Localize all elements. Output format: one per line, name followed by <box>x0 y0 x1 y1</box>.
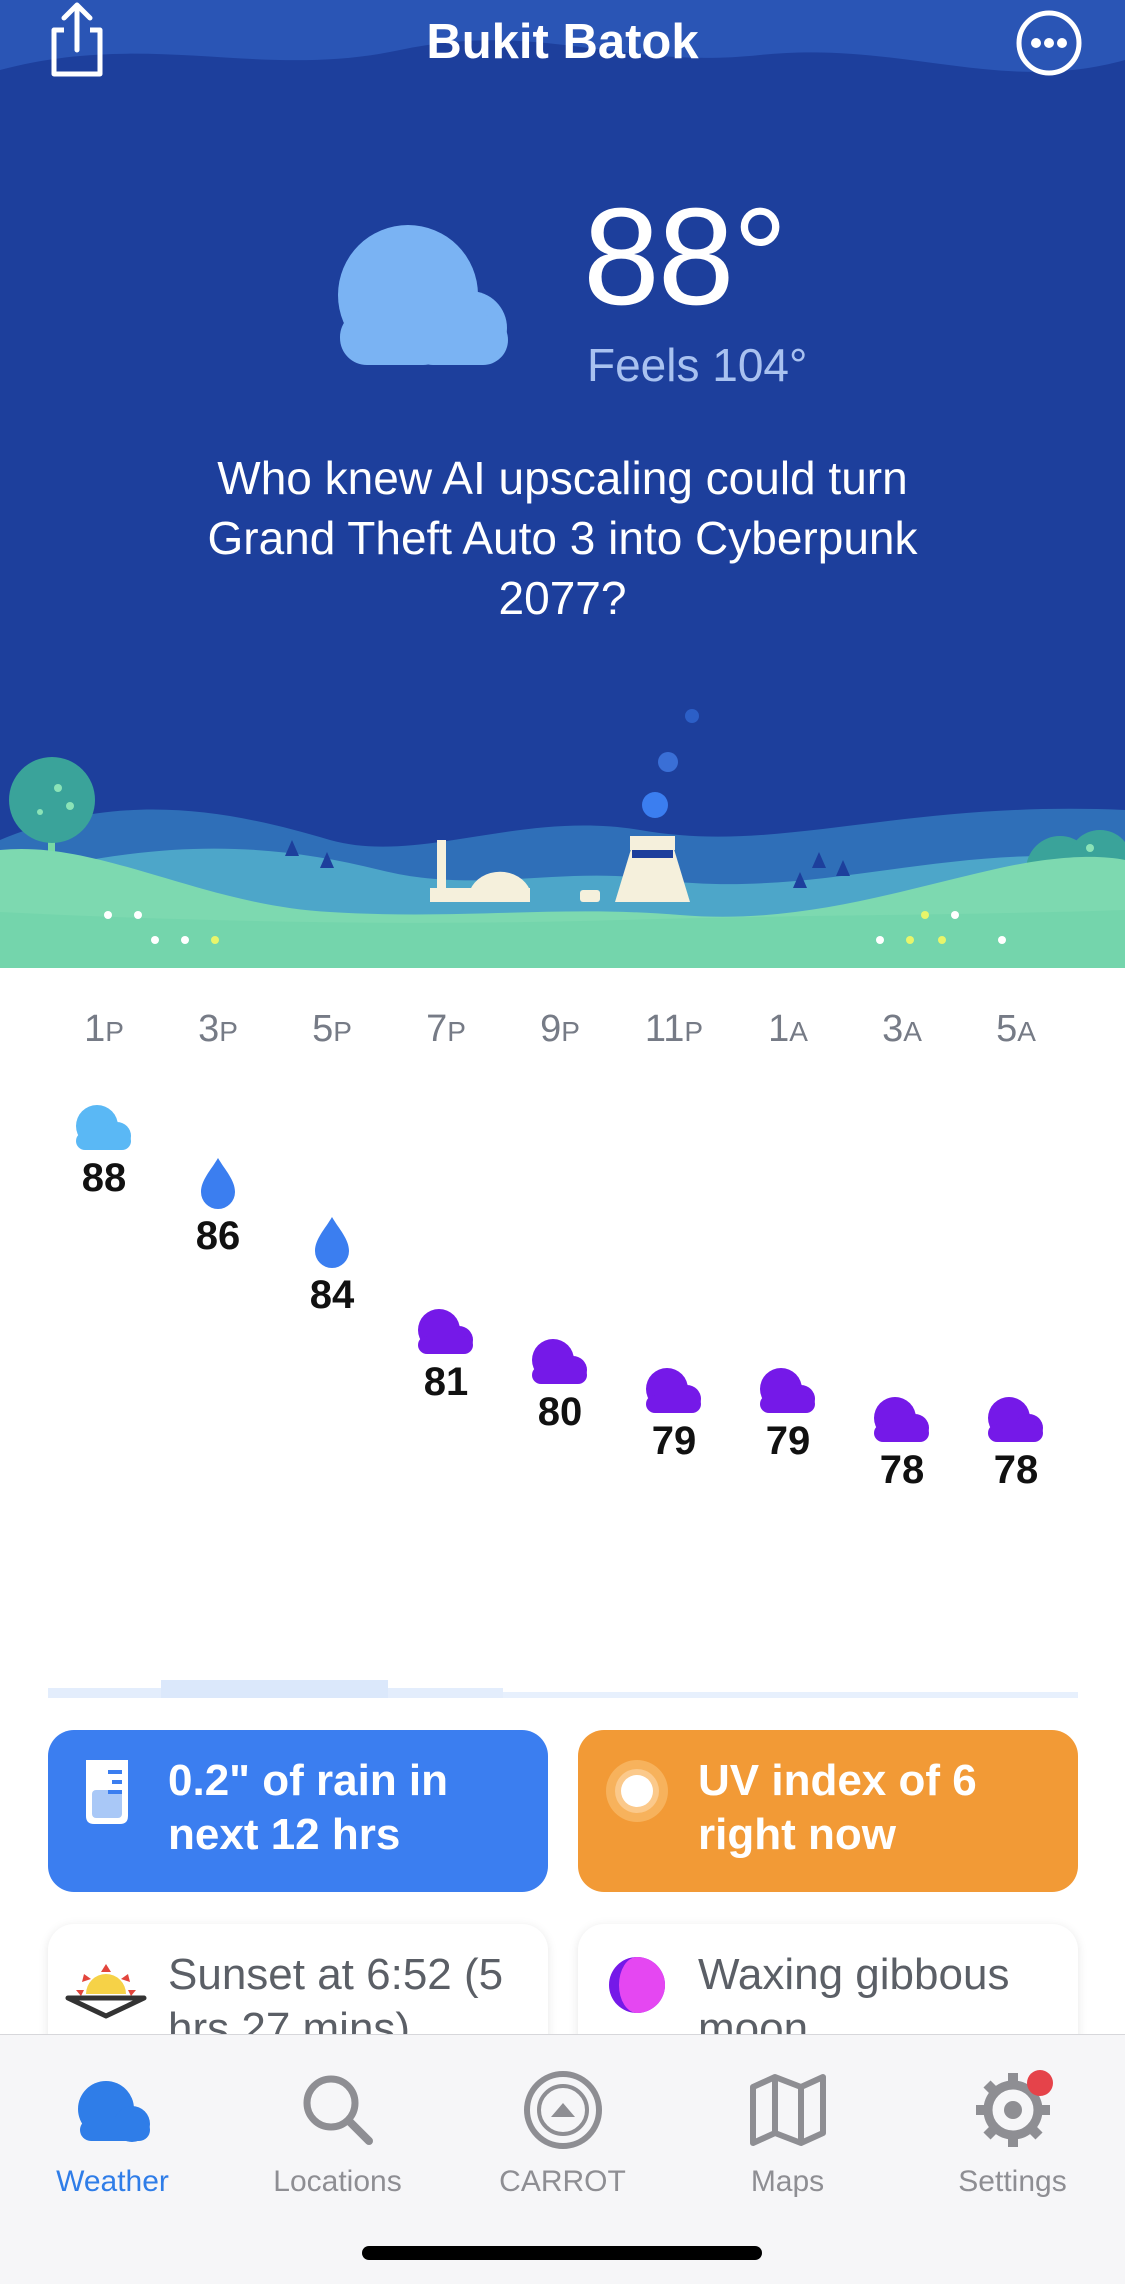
hour-number: 1 <box>84 1008 106 1050</box>
hour-label: 7P <box>396 1008 496 1051</box>
hour-temperature: 79 <box>651 1418 697 1463</box>
home-indicator <box>362 2246 762 2260</box>
settings-gear-icon <box>976 2070 1053 2147</box>
landscape-illustration <box>0 709 1125 968</box>
precipitation-timeline <box>48 1680 1078 1698</box>
more-options-button[interactable] <box>1014 8 1084 78</box>
hour-suffix: A <box>789 1016 808 1047</box>
sun-icon <box>606 1760 668 1822</box>
more-options-icon <box>1016 10 1082 76</box>
hour-suffix: P <box>561 1016 580 1047</box>
cloud-icon <box>646 1367 701 1413</box>
hour-label: 1P <box>54 1008 154 1051</box>
hour-suffix: P <box>684 1016 704 1047</box>
cloud-icon <box>760 1367 815 1413</box>
hour-temperature: 80 <box>537 1389 583 1434</box>
hour-label: 1A <box>738 1008 838 1051</box>
hour-temperature: 86 <box>195 1214 241 1259</box>
hour-suffix: A <box>1017 1016 1036 1047</box>
tab-weather[interactable]: Weather <box>0 2053 225 2213</box>
tab-weather-label: Weather <box>56 2165 169 2198</box>
hour-suffix: P <box>447 1016 466 1047</box>
cloud-icon <box>76 1105 131 1150</box>
hour-number: 3 <box>882 1008 904 1050</box>
raindrop-icon <box>201 1158 235 1210</box>
notification-badge <box>1027 2070 1053 2096</box>
hour-label: 5P <box>282 1008 382 1051</box>
top-bar: Bukit Batok <box>0 0 1125 90</box>
tab-maps[interactable]: Maps <box>675 2053 900 2213</box>
current-temperature: 88° <box>583 180 788 334</box>
tab-locations-label: Locations <box>273 2165 402 2198</box>
hour-number: 5 <box>996 1008 1018 1050</box>
city-title: Bukit Batok <box>426 15 699 69</box>
weather-quip: Who knew AI upscaling could turn Grand T… <box>207 452 918 624</box>
tab-carrot-label: CARROT <box>499 2165 626 2198</box>
hour-temperature: 78 <box>993 1448 1039 1492</box>
hour-number: 5 <box>312 1008 334 1050</box>
cloud-icon <box>418 1309 473 1355</box>
hour-label: 3P <box>168 1008 268 1051</box>
hour-number: 11 <box>644 1008 685 1050</box>
tab-settings-label: Settings <box>958 2165 1067 2198</box>
hour-suffix: P <box>105 1016 124 1047</box>
feels-like-temperature: Feels 104° <box>587 339 808 391</box>
hour-number: 1 <box>768 1008 790 1050</box>
moon-phase-icon <box>609 1957 665 2013</box>
hour-label: 5A <box>966 1008 1066 1051</box>
raindrop-icon <box>315 1216 349 1268</box>
hour-label: 9P <box>510 1008 610 1051</box>
sunset-icon <box>65 1964 147 2019</box>
hour-number: 3 <box>198 1008 220 1050</box>
hour-suffix: P <box>219 1016 238 1047</box>
tab-carrot[interactable]: CARROT <box>450 2053 675 2213</box>
uv-index-text: UV index of 6 right now <box>698 1756 977 1859</box>
hour-number: 7 <box>426 1008 448 1050</box>
carrot-logo-icon <box>524 2071 602 2149</box>
hour-suffix: P <box>333 1016 352 1047</box>
hour-number: 9 <box>540 1008 562 1050</box>
weather-cloud-icon <box>78 2081 150 2142</box>
hour-suffix: A <box>903 1016 922 1047</box>
hour-temperature: 88 <box>81 1156 127 1200</box>
hero-panel: Bukit Batok 88° Feels 104° Who knew AI u… <box>0 0 1125 968</box>
cloud-icon <box>988 1397 1043 1442</box>
hour-label: 3A <box>852 1008 952 1051</box>
cloud-icon <box>532 1338 587 1384</box>
rain-gauge-icon <box>86 1760 128 1824</box>
hour-temperature: 81 <box>423 1360 469 1405</box>
tab-maps-label: Maps <box>750 2165 825 2198</box>
hour-temperature: 79 <box>765 1418 811 1463</box>
tab-settings[interactable]: Settings <box>900 2053 1125 2213</box>
tab-locations[interactable]: Locations <box>225 2053 450 2213</box>
cloud-icon <box>338 225 508 365</box>
uv-index-card[interactable]: UV index of 6 right now <box>578 1730 1078 1892</box>
hour-temperature: 78 <box>879 1448 925 1492</box>
map-icon <box>750 2074 826 2146</box>
search-icon <box>303 2075 373 2145</box>
rain-forecast-text: 0.2" of rain in next 12 hrs <box>168 1756 449 1859</box>
hourly-forecast[interactable]: 1P 88 3P 86 5P 84 7P 81 9P 80 11P 79 1A 79 3A 78 5A 78 <box>0 968 1125 1708</box>
rain-forecast-card[interactable]: 0.2" of rain in next 12 hrs <box>48 1730 548 1892</box>
hour-label: 11P <box>624 1008 724 1051</box>
cloud-icon <box>874 1397 929 1442</box>
hour-temperature: 84 <box>309 1272 355 1317</box>
